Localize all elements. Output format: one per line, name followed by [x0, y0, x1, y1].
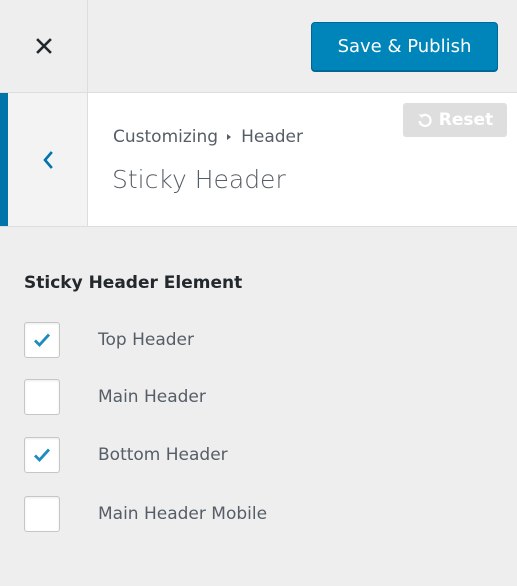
section-header: Customizing Header Sticky Header Reset	[0, 93, 517, 227]
breadcrumb: Customizing Header	[113, 127, 303, 147]
option-top-header[interactable]: Top Header	[24, 320, 494, 360]
save-publish-button[interactable]: Save & Publish	[311, 22, 498, 71]
option-main-header-mobile[interactable]: Main Header Mobile	[24, 494, 494, 534]
checkmark-icon	[34, 448, 51, 463]
close-icon	[35, 38, 52, 54]
breadcrumb-root: Customizing	[113, 127, 219, 147]
reset-label: Reset	[438, 110, 494, 130]
option-label: Bottom Header	[98, 445, 228, 465]
breadcrumb-current: Header	[241, 127, 303, 147]
option-bottom-header[interactable]: Bottom Header	[24, 435, 494, 475]
breadcrumb-separator-icon	[227, 134, 232, 140]
back-button[interactable]	[0, 93, 88, 226]
checkmark-icon	[34, 333, 51, 348]
option-label: Main Header	[98, 387, 206, 407]
option-label: Main Header Mobile	[98, 504, 268, 524]
reset-button[interactable]: Reset	[403, 103, 507, 137]
option-main-header[interactable]: Main Header	[24, 377, 494, 417]
checkbox-bottom-header[interactable]	[24, 437, 60, 473]
checkbox-main-header[interactable]	[24, 379, 60, 415]
sticky-header-element-title: Sticky Header Element	[24, 273, 243, 293]
page-title: Sticky Header	[112, 165, 286, 194]
chevron-left-icon	[42, 150, 53, 169]
close-button[interactable]	[0, 0, 88, 92]
checkbox-main-header-mobile[interactable]	[24, 496, 60, 532]
customizer-header: Save & Publish	[0, 0, 517, 93]
undo-icon	[418, 113, 432, 127]
checkbox-top-header[interactable]	[24, 322, 60, 358]
option-label: Top Header	[98, 330, 194, 350]
